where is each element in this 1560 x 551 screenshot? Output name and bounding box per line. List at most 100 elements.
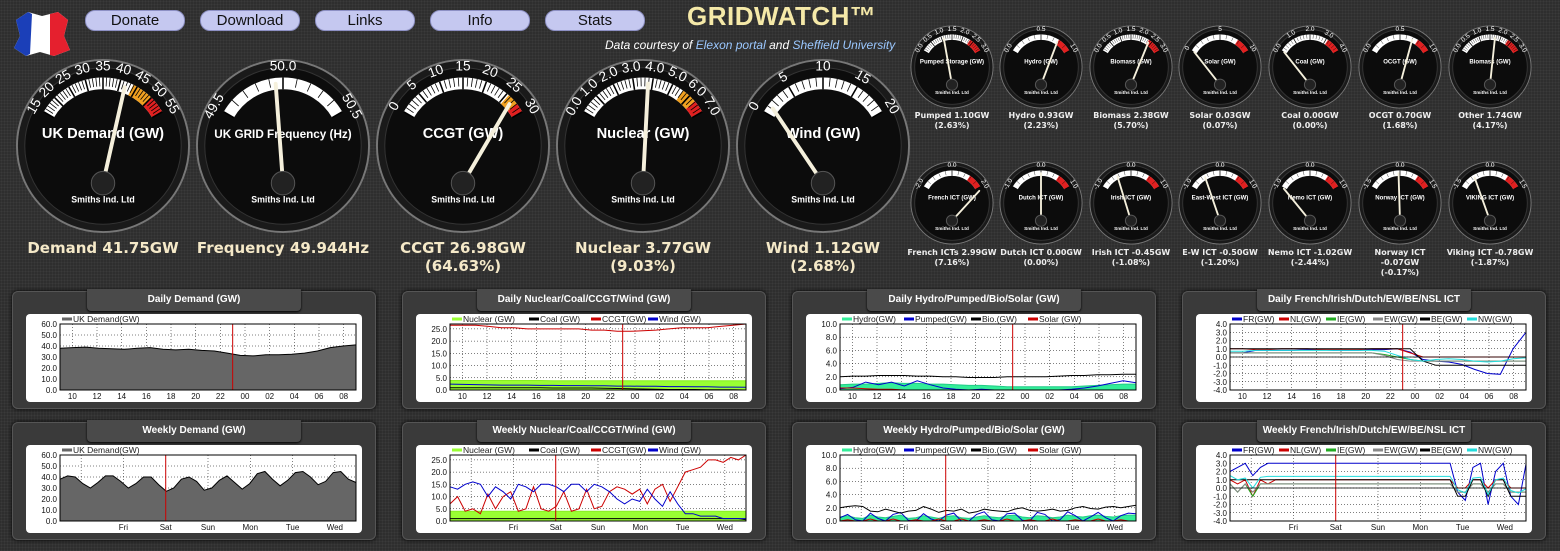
readout-percent: (5.70%) <box>1113 121 1149 130</box>
chart-panel: Daily Demand (GW) UK Demand(GW) 60.0 50.0 40… <box>12 289 376 409</box>
small-gauge-readout: E-W ICT -0.50GW (-1.20%) <box>1175 248 1265 268</box>
x-tick-label: 16 <box>142 392 151 401</box>
info-button[interactable]: Info <box>430 10 530 31</box>
big-gauge-4: 05101520Wind (GW)Smiths Ind. Ltd <box>735 59 911 234</box>
x-tick-label: Sun <box>591 523 605 532</box>
chart-svg: FR(GW) NL(GW) IE(GW) EW(GW) BE(GW) NW(GW)4.03… <box>1213 445 1527 532</box>
gauge-tick-label: 10 <box>815 59 831 74</box>
chart-panel: Weekly French/Irish/Dutch/EW/BE/NSL ICT … <box>1182 420 1546 540</box>
x-tick-label: Wed <box>327 523 343 532</box>
x-tick-label: 22 <box>216 392 225 401</box>
gauge-label: Biomass (GW) <box>1110 59 1151 65</box>
legend-entry: Nuclear (GW) <box>463 445 515 455</box>
small_gauges_top-gauge-3: 0510Solar (GW)Smiths Ind. Ltd <box>1178 25 1262 109</box>
gauge-label: French ICT (GW) <box>928 195 976 201</box>
small_gauges_top-gauge-1: 0.00.51.0Hydro (GW)Smiths Ind. Ltd <box>999 25 1083 109</box>
small-gauge-readout: Irish ICT -0.45GW (-1.08%) <box>1086 248 1176 268</box>
x-tick-label: Sun <box>1371 523 1385 532</box>
y-tick-label: 0.0 <box>46 386 58 395</box>
series-line <box>450 323 747 332</box>
gauge-label: UK GRID Frequency (Hz) <box>214 128 351 141</box>
x-tick-label: 04 <box>1460 392 1469 401</box>
chart-area: FR(GW) NL(GW) IE(GW) EW(GW) BE(GW) NW(GW) 4.0 3… <box>1196 314 1532 402</box>
x-tick-label: Sat <box>550 523 563 532</box>
big-gauge-0: 152025 30 35 40 455055UK Demand (GW)Smiths I… <box>15 59 191 234</box>
y-tick-label: 0.0 <box>436 517 448 526</box>
x-tick-label: 02 <box>1045 392 1054 401</box>
x-tick-label: Tue <box>1456 523 1470 532</box>
chart-title: Weekly Demand (GW) <box>87 420 301 442</box>
readout-value: Coal 0.00GW <box>1281 111 1339 120</box>
x-tick-label: Fri <box>1289 523 1299 532</box>
x-tick-label: 22 <box>606 392 615 401</box>
gauge-tick-label: 1.5 <box>1126 26 1135 33</box>
y-tick-label: 10.0 <box>431 362 447 371</box>
x-tick-label: 08 <box>729 392 738 401</box>
y-tick-label: 40.0 <box>41 473 57 482</box>
download-button[interactable]: Download <box>200 10 300 31</box>
gauge-label: Pumped Storage (GW) <box>920 59 984 65</box>
chart-title: Daily Demand (GW) <box>87 289 301 311</box>
x-tick-label: 18 <box>1337 392 1346 401</box>
readout-percent: (-2.44%) <box>1290 258 1330 267</box>
gauge-tick-label: 1.5 <box>1485 26 1494 33</box>
readout-percent: (0.00%) <box>1292 121 1328 130</box>
x-tick-label: 08 <box>1119 392 1128 401</box>
legend-entry: Coal (GW) <box>540 314 580 324</box>
links-button[interactable]: Links <box>315 10 415 31</box>
legend-entry: IE(GW) <box>1337 445 1365 455</box>
small-gauge-readout: Hydro 0.93GW (2.23%) <box>996 111 1086 131</box>
gauge-tick-label: 35 <box>95 59 111 74</box>
gauge-label: Nuclear (GW) <box>597 126 690 142</box>
chart-svg: Nuclear (GW) Coal (GW) CCGT(GW) Wind (GW) 25… <box>431 314 747 401</box>
y-tick-label: 60.0 <box>41 451 57 460</box>
x-tick-label: 00 <box>631 392 640 401</box>
x-tick-label: 16 <box>532 392 541 401</box>
legend-entry: IE(GW) <box>1337 314 1365 324</box>
series-line <box>1230 349 1527 363</box>
readout-percent: (2.63%) <box>934 121 970 130</box>
readout-value: Irish ICT -0.45GW <box>1091 248 1171 257</box>
donate-button[interactable]: Donate <box>85 10 185 31</box>
small_gauges_top-gauge-2: 0.00.51.0 1.5 2.02.53.0Biomass (GW)Smiths … <box>1089 25 1173 109</box>
elexon-link[interactable]: Elexon portal <box>696 38 766 52</box>
x-tick-label: 14 <box>1287 392 1296 401</box>
courtesy-and: and <box>769 38 790 52</box>
x-tick-label: 20 <box>581 392 590 401</box>
gauge-tick-label: 0.5 <box>1036 26 1045 33</box>
small-gauge-readout: Dutch ICT 0.00GW (0.00%) <box>996 248 1086 268</box>
readout-value: OCGT 0.70GW <box>1368 111 1432 120</box>
chart-title: Daily Hydro/Pumped/Bio/Solar (GW) <box>867 289 1081 311</box>
small-gauge-readout: French ICTs 2.99GW (7.16%) <box>907 248 997 268</box>
legend-entry: Solar (GW) <box>1039 445 1082 455</box>
gauge-tick-label: 4.0 <box>644 58 665 76</box>
legend-entry: NL(GW) <box>1290 314 1321 324</box>
chart-svg: FR(GW) NL(GW) IE(GW) EW(GW) BE(GW) NW(GW)4.03… <box>1213 314 1527 401</box>
gauge-label: Solar (GW) <box>1204 59 1235 65</box>
y-tick-label: 25.0 <box>431 456 447 465</box>
gauge-tick-label: 3.0 <box>621 58 642 76</box>
gauge-maker-label: Smiths Ind. Ltd <box>431 195 495 205</box>
x-tick-label: 04 <box>680 392 689 401</box>
x-tick-label: 12 <box>483 392 492 401</box>
gauge-label: Wind (GW) <box>786 126 861 142</box>
readout-percent: (7.16%) <box>934 258 970 267</box>
stats-button[interactable]: Stats <box>545 10 645 31</box>
france-flag-icon[interactable] <box>6 6 76 58</box>
y-tick-label: 50.0 <box>41 462 57 471</box>
x-tick-label: Sat <box>940 523 953 532</box>
x-tick-label: 20 <box>971 392 980 401</box>
y-tick-label: 20.0 <box>431 337 447 346</box>
small_gauges_bottom-gauge-2: -1.00.01.0Irish ICT (GW)Smiths Ind. Ltd <box>1089 161 1173 245</box>
readout-percent: (2.23%) <box>1023 121 1059 130</box>
courtesy-prefix: Data courtesy of <box>605 38 693 52</box>
x-tick-label: Sun <box>981 523 995 532</box>
gauge-label: East-West ICT (GW) <box>1192 195 1249 201</box>
x-tick-label: Sat <box>160 523 173 532</box>
small-gauge-readout: Viking ICT -0.78GW (-1.87%) <box>1445 248 1535 268</box>
sheffield-link[interactable]: Sheffield University <box>792 38 895 52</box>
chart-title: Daily French/Irish/Dutch/EW/BE/NSL ICT (… <box>1257 289 1471 327</box>
small_gauges_bottom-gauge-5: -1.50.01.5Norway ICT (GW)Smiths Ind. Ltd <box>1358 161 1442 245</box>
legend-entry: EW(GW) <box>1384 314 1418 324</box>
x-tick-label: 10 <box>848 392 857 401</box>
